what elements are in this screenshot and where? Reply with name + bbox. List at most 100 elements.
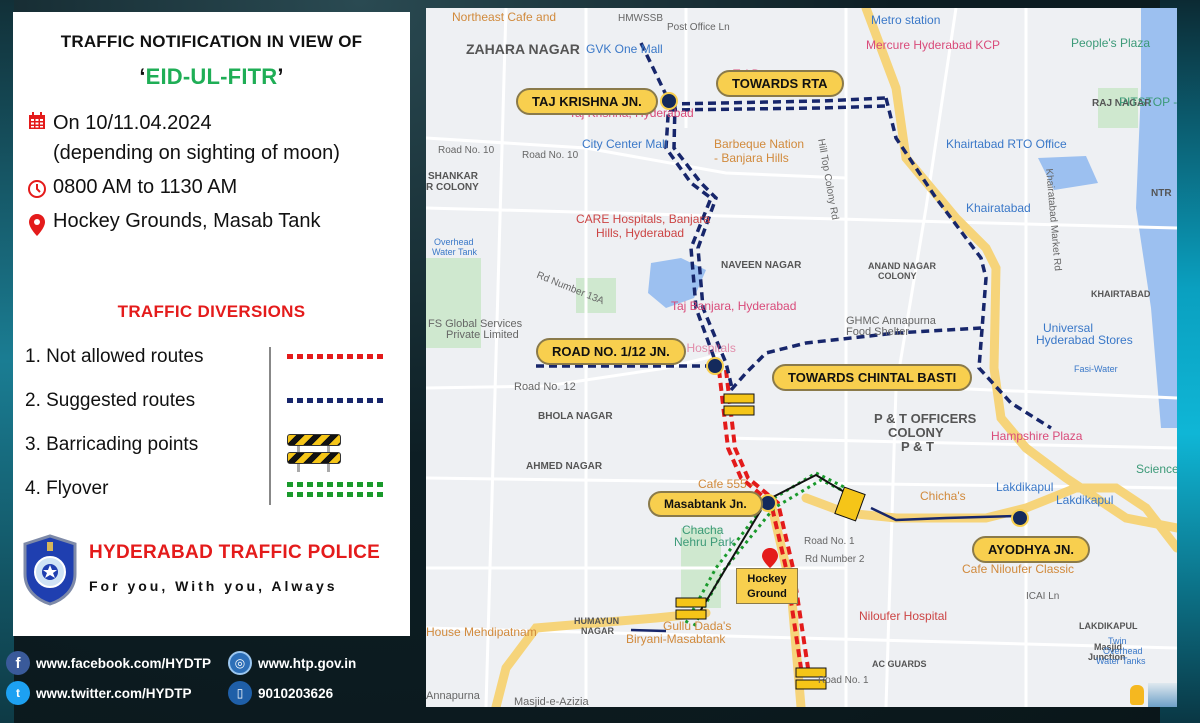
label-ahmed-nagar: AHMED NAGAR <box>526 461 603 472</box>
facebook-link[interactable]: f www.facebook.com/HYDTP <box>6 651 228 675</box>
background-edge-left <box>0 0 14 723</box>
label-niloufer-hospital: Niloufer Hospital <box>859 609 948 623</box>
label-gullu-dadas: Gullu Dada's <box>663 619 732 633</box>
label-ghmc-2: Food Shelter <box>846 326 909 338</box>
phone-contact[interactable]: ▯ 9010203626 <box>228 681 333 705</box>
label-mercure: Mercure Hyderabad KCP <box>866 38 1001 52</box>
label-khairtabad-rto: Khairtabad RTO Office <box>946 137 1067 151</box>
label-house-mehdipatnam: House Mehdipatnam <box>426 625 537 639</box>
label-annapurna: Annapurna <box>426 690 480 702</box>
suggested-route-towards-rta-2 <box>668 104 887 112</box>
brand-tagline: For you, With you, Always <box>89 578 338 594</box>
direction-arrow-mehdipatnam <box>630 628 667 633</box>
label-science: Science <box>1136 462 1177 476</box>
label-pitstop: PITSTOP - G <box>1119 95 1177 109</box>
location-pin-icon <box>27 213 53 243</box>
date-row: On 10/11.04.2024 (depending on sighting … <box>27 108 340 168</box>
label-northeast-cafe: Northeast Cafe and <box>452 10 557 24</box>
event-title: ‘EID-UL-FITR’ <box>13 64 410 90</box>
twitter-url[interactable]: www.twitter.com/HYDTP <box>36 686 192 701</box>
contact-links: f www.facebook.com/HYDTP ◎ www.htp.gov.i… <box>6 648 406 708</box>
hockey-ground-line-2: Ground <box>747 588 787 600</box>
barricade-icon <box>287 432 341 472</box>
event-name: EID-UL-FITR <box>145 64 278 89</box>
traffic-police-badge-icon <box>19 534 81 606</box>
junction-dot-ayodhya <box>1011 509 1029 527</box>
brand-name: HYDERABAD TRAFFIC POLICE <box>89 542 381 563</box>
label-lakdikapul-metro: Lakdikapul <box>1056 493 1114 507</box>
label-road-no-12: Road No. 12 <box>514 381 576 393</box>
phone-number[interactable]: 9010203626 <box>258 686 333 701</box>
legend-swatches <box>283 342 393 518</box>
junction-dot-road-1-12 <box>706 357 724 375</box>
notification-title: TRAFFIC NOTIFICATION IN VIEW OF <box>60 32 363 51</box>
website-link[interactable]: ◎ www.htp.gov.in <box>228 651 356 675</box>
label-ac-guards: AC GUARDS <box>872 659 927 669</box>
phone-icon: ▯ <box>228 681 252 705</box>
blue-dotted-line-swatch <box>287 398 387 403</box>
lake-water <box>1136 8 1177 428</box>
clock-icon <box>27 179 53 205</box>
notification-panel: TRAFFIC NOTIFICATION IN VIEW OF ‘EID-UL-… <box>13 12 410 636</box>
twitter-link[interactable]: t www.twitter.com/HYDTP <box>6 681 228 705</box>
label-care-hospitals-2: Hills, Hyderabad <box>596 226 685 240</box>
green-dotted-line-swatch-2 <box>287 492 387 497</box>
label-taj-banjara: Taj Banjara, Hyderabad <box>671 299 797 313</box>
label-lakdikapul: Lakdikapul <box>996 480 1054 494</box>
label-twin-tanks-3: Water Tanks <box>1096 656 1146 666</box>
label-hmwssb: HMWSSB <box>618 13 663 24</box>
map-layers-button[interactable] <box>1148 683 1177 707</box>
label-peoples-plaza: People's Plaza <box>1071 36 1151 50</box>
event-venue: Hockey Grounds, Masab Tank <box>53 210 321 232</box>
label-khairtabad-area: KHAIRTABAD <box>1091 289 1151 299</box>
label-care-hospitals: CARE Hospitals, Banjara <box>576 212 711 226</box>
junction-label-masabtank: Masabtank Jn. <box>648 491 763 517</box>
legend-divider <box>269 347 271 505</box>
label-icai-ln: ICAI Ln <box>1026 591 1060 602</box>
label-anand-nagar-2: COLONY <box>878 271 917 281</box>
label-road-no-10-b: Road No. 10 <box>522 150 579 161</box>
label-naveen-nagar: NAVEEN NAGAR <box>721 260 802 271</box>
website-url[interactable]: www.htp.gov.in <box>258 656 356 671</box>
facebook-url[interactable]: www.facebook.com/HYDTP <box>36 656 211 671</box>
junction-label-ayodhya: AYODHYA JN. <box>972 536 1090 563</box>
diversion-map[interactable]: Northeast Cafe and HMWSSB Post Office Ln… <box>426 8 1177 707</box>
label-barbeque-nation: Barbeque Nation <box>714 137 805 151</box>
label-post-office-ln: Post Office Ln <box>667 22 730 33</box>
label-road-no-1-b: Road No. 1 <box>818 675 869 686</box>
direction-label-towards-chintal-basti: TOWARDS CHINTAL BASTI <box>772 364 973 391</box>
label-chichas: Chicha's <box>920 489 966 503</box>
quote-close: ’ <box>277 64 284 89</box>
venue-label-hockey-ground: Hockey Ground <box>736 568 798 604</box>
venue-pin-icon <box>762 548 778 568</box>
label-bhola-nagar: BHOLA NAGAR <box>538 411 613 422</box>
label-khairatabad-metro: Khairatabad <box>966 201 1031 215</box>
label-ntr: NTR <box>1151 188 1172 199</box>
label-cafe-555: Cafe 555 - <box>698 477 755 491</box>
legend-item-suggested: 2. Suggested routes <box>25 390 196 411</box>
event-date: On 10/11.04.2024 <box>53 112 212 134</box>
event-time: 0800 AM to 1130 AM <box>53 176 238 198</box>
label-metro-station: Metro station <box>871 13 941 27</box>
junction-label-taj-krishna: TAJ KRISHNA JN. <box>516 88 658 115</box>
legend-item-not-allowed: 1. Not allowed routes <box>25 346 204 367</box>
label-masjid-e-azizia: Masjid-e-Azizia <box>514 696 589 707</box>
event-date-note: (depending on sighting of moon) <box>53 142 340 164</box>
label-fasi-water: Fasi-Water <box>1074 364 1118 374</box>
calendar-icon <box>27 111 53 137</box>
green-dotted-line-swatch <box>287 482 387 487</box>
legend-item-barricading: 3. Barricading points <box>25 434 199 455</box>
label-humayun-nagar-2: NAGAR <box>581 626 614 636</box>
street-view-pegman-icon[interactable] <box>1130 685 1144 705</box>
label-road-no-10: Road No. 10 <box>438 145 495 156</box>
label-gvk-one-mall: GVK One Mall <box>586 42 663 56</box>
legend-list: 1. Not allowed routes 2. Suggested route… <box>25 342 265 518</box>
label-barbeque-nation-2: - Banjara Hills <box>714 151 789 165</box>
label-pt-officers-3: P & T <box>901 439 934 454</box>
label-cafe-niloufer: Cafe Niloufer Classic <box>962 562 1075 576</box>
hockey-ground-line-1: Hockey <box>747 573 787 585</box>
direction-label-towards-rta: TOWARDS RTA <box>716 70 844 97</box>
label-road-no-1: Road No. 1 <box>804 536 855 547</box>
label-universal-stores-2: Hyderabad Stores <box>1036 333 1133 347</box>
label-lakdikapul-area: LAKDIKAPUL <box>1079 621 1138 631</box>
